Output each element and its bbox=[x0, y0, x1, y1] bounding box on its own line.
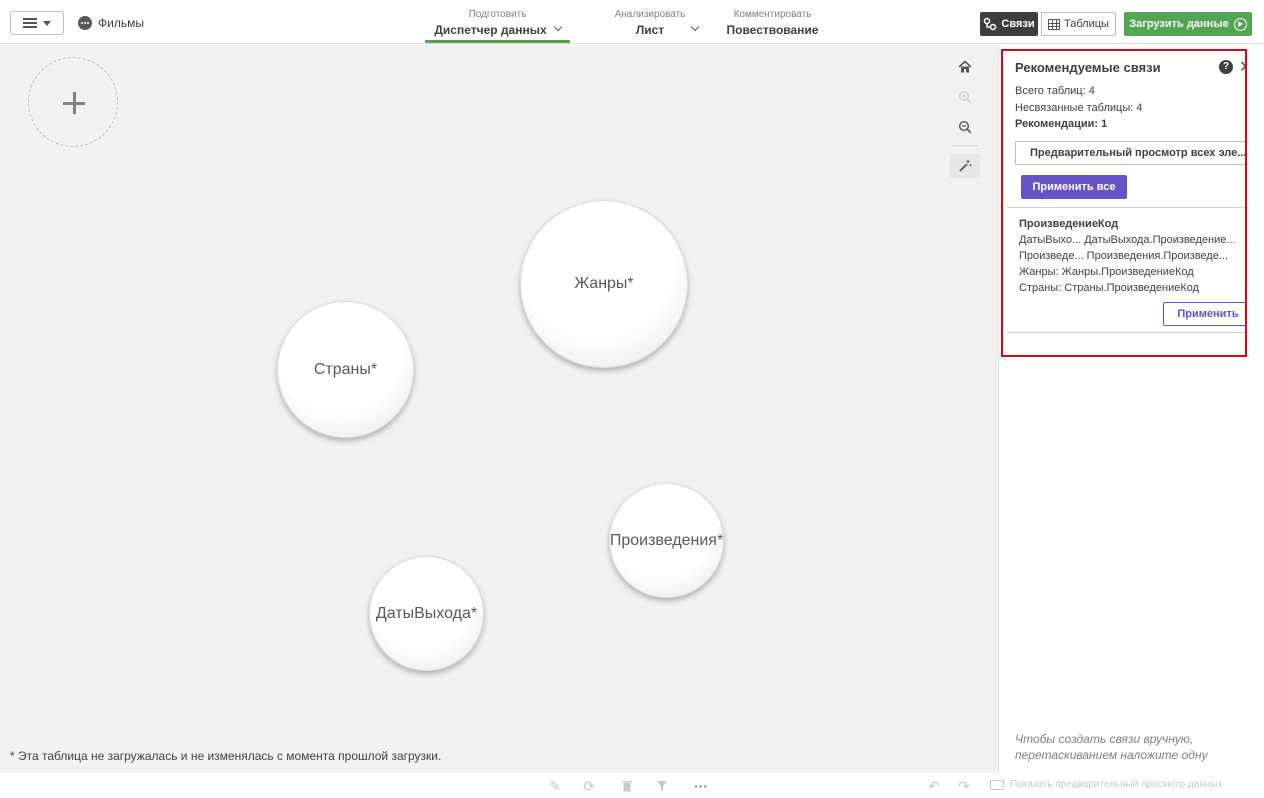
active-tab-indicator bbox=[425, 40, 570, 43]
recommendation-field: ПроизведениеКод bbox=[1019, 218, 1119, 230]
more-options-icon[interactable]: ··· bbox=[693, 778, 709, 794]
tables-view-button[interactable]: Таблицы bbox=[1041, 12, 1116, 36]
stat-unlinked-tables: Несвязанные таблицы: 4 bbox=[1015, 102, 1143, 114]
tab-sheet-category: Анализировать bbox=[614, 9, 686, 20]
play-circle-icon bbox=[1233, 17, 1247, 31]
zoom-in-button[interactable] bbox=[950, 85, 980, 109]
zoom-out-icon bbox=[958, 120, 972, 134]
delete-icon[interactable] bbox=[619, 778, 635, 794]
tab-storytelling-label: Повествование bbox=[726, 23, 819, 37]
canvas-toolbar bbox=[950, 55, 986, 184]
tab-data-manager-category: Подготовить bbox=[468, 9, 527, 20]
table-bubble-label: Страны* bbox=[313, 360, 378, 378]
recommended-associations-button[interactable] bbox=[950, 154, 980, 178]
table-bubble-label: ДатыВыхода* bbox=[375, 604, 478, 622]
recommendations-panel: Рекомендуемые связи ? ✕ Всего таблиц: 4 … bbox=[998, 45, 1264, 773]
redo-icon[interactable]: ↷ bbox=[956, 778, 972, 794]
tab-storytelling-category: Комментировать bbox=[733, 9, 812, 20]
tab-data-manager-label: Диспетчер данных bbox=[434, 23, 547, 37]
preview-icon bbox=[990, 779, 1004, 790]
home-button[interactable] bbox=[950, 55, 980, 79]
hamburger-icon bbox=[23, 18, 37, 28]
show-data-preview-button[interactable]: Показать предварительный просмотр данных bbox=[990, 779, 1222, 790]
associations-view-button[interactable]: Связи bbox=[980, 12, 1038, 36]
bottom-toolbar: ✎ ⟳ ··· ↶ ↷ Показать предварительный про… bbox=[0, 773, 1264, 798]
show-data-preview-label: Показать предварительный просмотр данных bbox=[1010, 779, 1223, 790]
app-name: Фильмы bbox=[98, 16, 144, 30]
undo-icon[interactable]: ↶ bbox=[926, 778, 942, 794]
stat-total-tables: Всего таблиц: 4 bbox=[1015, 85, 1095, 97]
table-bubble-label: Произведения* bbox=[609, 531, 724, 549]
edit-icon[interactable]: ✎ bbox=[547, 778, 563, 794]
recommendation-line: ДатыВыхо... ДатыВыхода.Произведение... bbox=[1019, 234, 1236, 246]
table-bubble-label: Жанры* bbox=[574, 275, 634, 292]
app-icon bbox=[78, 16, 92, 30]
top-bar: Фильмы Подготовить Диспетчер данных Анал… bbox=[0, 0, 1264, 44]
tab-storytelling[interactable]: Комментировать Повествование bbox=[720, 9, 825, 43]
stat-recommendations: Рекомендации: 1 bbox=[1015, 118, 1108, 130]
close-icon[interactable]: ✕ bbox=[1239, 57, 1245, 77]
refresh-icon[interactable]: ⟳ bbox=[581, 778, 597, 794]
footnote: * Эта таблица не загружалась и не изменя… bbox=[10, 749, 442, 763]
recommendation-line: Страны: Страны.ПроизведениеКод bbox=[1019, 282, 1200, 294]
preview-all-button[interactable]: Предварительный просмотр всех эле... bbox=[1015, 141, 1245, 165]
zoom-in-icon bbox=[958, 90, 972, 104]
global-menu-button[interactable] bbox=[10, 11, 64, 35]
home-icon bbox=[958, 60, 972, 73]
recommendation-card[interactable]: ПроизведениеКод ДатыВыхо... ДатыВыхода.П… bbox=[1007, 207, 1245, 333]
table-bubble-works[interactable]: Произведения* bbox=[609, 483, 724, 598]
toolbar-divider bbox=[952, 145, 978, 146]
zoom-out-button[interactable] bbox=[950, 115, 980, 139]
table-bubble-release-dates[interactable]: ДатыВыхода* bbox=[369, 556, 484, 671]
apply-button[interactable]: Применить bbox=[1163, 302, 1245, 326]
filter-off-icon[interactable] bbox=[655, 778, 671, 794]
table-bubble-countries[interactable]: Страны* bbox=[277, 301, 414, 438]
recommendation-line: Произведе... Произведения.Произведе... bbox=[1019, 250, 1229, 262]
associations-view-label: Связи bbox=[1001, 18, 1035, 30]
recommended-associations-box: Рекомендуемые связи ? ✕ Всего таблиц: 4 … bbox=[1001, 49, 1247, 357]
panel-title: Рекомендуемые связи bbox=[1015, 60, 1161, 75]
magic-wand-icon bbox=[959, 160, 972, 172]
associations-icon bbox=[984, 17, 997, 31]
apply-all-button[interactable]: Применить все bbox=[1021, 175, 1127, 199]
tab-sheet[interactable]: Анализировать Лист bbox=[590, 9, 710, 43]
help-icon[interactable]: ? bbox=[1219, 60, 1233, 74]
caret-down-icon bbox=[43, 20, 51, 26]
load-data-button[interactable]: Загрузить данные bbox=[1124, 12, 1252, 36]
recommendation-line: Жанры: Жанры.ПроизведениеКод bbox=[1019, 266, 1194, 278]
load-data-label: Загрузить данные bbox=[1129, 18, 1229, 30]
tables-view-label: Таблицы bbox=[1064, 18, 1109, 30]
tab-data-manager[interactable]: Подготовить Диспетчер данных bbox=[425, 9, 570, 43]
tab-sheet-label: Лист bbox=[635, 23, 665, 37]
table-bubble-genres[interactable]: Жанры* bbox=[520, 200, 688, 368]
table-icon bbox=[1048, 18, 1061, 30]
associations-canvas[interactable]: Жанры* Страны* Произведения* ДатыВыхода* bbox=[0, 45, 998, 773]
manual-association-hint: Чтобы создать связи вручную, перетаскива… bbox=[1015, 732, 1208, 762]
add-data-button[interactable] bbox=[28, 57, 118, 147]
